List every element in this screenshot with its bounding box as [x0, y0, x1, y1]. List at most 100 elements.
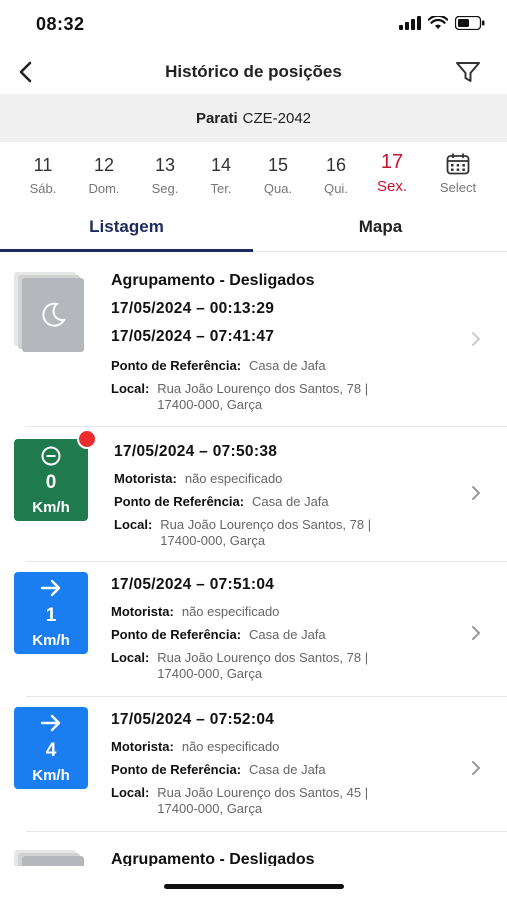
chevron-right-icon: [469, 759, 483, 777]
minus-circle-icon: [41, 446, 61, 466]
day-label: Ter.: [210, 181, 232, 196]
day-item-14[interactable]: 14 Ter.: [191, 146, 251, 196]
ref-value: Casa de Jafa: [249, 358, 326, 373]
ref-value: Casa de Jafa: [249, 627, 326, 642]
local-line-1: Rua João Lourenço dos Santos, 78 |: [157, 650, 369, 665]
ref-label: Ponto de Referência:: [114, 494, 245, 509]
item-info: Agrupamento - Desligados: [111, 851, 447, 866]
day-item-13[interactable]: 13 Seg.: [135, 146, 195, 196]
alert-dot: [77, 429, 97, 449]
item-info: 17/05/2024 – 07:52:04 Motorista: não espe…: [111, 711, 447, 817]
day-label: Dom.: [88, 181, 120, 196]
status-icons: [399, 14, 485, 35]
local-line-2: 17400-000, Garça: [160, 533, 266, 548]
vehicle-name: Parati: [195, 109, 238, 127]
day-selector: 11 Sáb. 12 Dom. 13 Seg. 14 Ter. 15 Qua. 16 Qui…: [0, 146, 507, 204]
item-end-datetime: 17/05/2024 – 07:41:47: [111, 328, 275, 345]
filter-button[interactable]: [453, 58, 483, 86]
item-title: Agrupamento - Desligados: [111, 851, 315, 866]
day-number: 12: [93, 155, 115, 175]
ref-label: Ponto de Referência:: [111, 358, 242, 373]
status-bar: 08:32: [0, 0, 507, 50]
status-time: 08:32: [36, 14, 85, 34]
item-datetime: 17/05/2024 – 07:52:04: [111, 711, 275, 728]
local-line-1: Rua João Lourenço dos Santos, 45 |: [157, 785, 369, 800]
day-number: 16: [325, 155, 347, 175]
list-item-position[interactable]: 4 Km/h 17/05/2024 – 07:52:04 Motorista: n…: [0, 697, 507, 832]
speed-unit: Km/h: [32, 632, 70, 649]
item-info: Agrupamento - Desligados 17/05/2024 – 00…: [111, 272, 447, 413]
home-indicator: [164, 884, 344, 889]
ref-value: Casa de Jafa: [252, 494, 329, 509]
grouped-stack: [14, 850, 84, 866]
local-line-1: Rua João Lourenço dos Santos, 78 |: [157, 381, 369, 396]
tab-bar: Listagem Mapa: [0, 208, 507, 252]
local-label: Local:: [111, 650, 150, 665]
item-info: 17/05/2024 – 07:50:38 Motorista: não espe…: [114, 443, 447, 549]
day-item-12[interactable]: 12 Dom.: [74, 146, 134, 196]
day-number: 17: [380, 151, 404, 173]
local-line-1: Rua João Lourenço dos Santos, 78 |: [160, 517, 372, 532]
day-label: Seg.: [151, 181, 179, 196]
local-label: Local:: [114, 517, 153, 532]
local-label: Local:: [111, 785, 150, 800]
vehicle-plate: CZE-2042: [242, 109, 312, 127]
day-number: 13: [154, 155, 176, 175]
speed-unit: Km/h: [32, 767, 70, 784]
wifi-icon: [427, 14, 449, 35]
chevron-right-icon: [469, 624, 483, 642]
day-item-11[interactable]: 11 Sáb.: [13, 146, 73, 196]
calendar-icon: [446, 153, 470, 175]
local-label: Local:: [111, 381, 150, 396]
speed-badge-stopped: 0 Km/h: [14, 439, 88, 521]
grouped-stack: [14, 272, 84, 352]
local-line-2: 17400-000, Garça: [157, 801, 263, 816]
chevron-right-icon: [469, 484, 483, 502]
list-item-position[interactable]: 1 Km/h 17/05/2024 – 07:51:04 Motorista: n…: [0, 562, 507, 697]
day-number: 14: [210, 155, 232, 175]
item-datetime: 17/05/2024 – 07:50:38: [114, 443, 278, 460]
driver-label: Motorista:: [111, 604, 174, 619]
day-item-17-selected[interactable]: 17 Sex.: [362, 146, 422, 195]
tab-mapa[interactable]: Mapa: [254, 208, 507, 252]
item-start-datetime: 17/05/2024 – 00:13:29: [111, 300, 275, 317]
driver-value: não especificado: [184, 471, 283, 486]
item-title: Agrupamento - Desligados: [111, 272, 315, 289]
tab-listagem[interactable]: Listagem: [0, 208, 253, 252]
day-number: 15: [267, 155, 289, 175]
select-label: Select: [439, 180, 477, 195]
page-title: Histórico de posições: [165, 62, 342, 81]
list-item-group[interactable]: Agrupamento - Desligados: [0, 832, 507, 866]
arrow-right-icon: [40, 714, 61, 732]
item-datetime: 17/05/2024 – 07:51:04: [111, 576, 275, 593]
speed-value: 0: [45, 472, 57, 493]
list-item-group[interactable]: Agrupamento - Desligados 17/05/2024 – 00…: [0, 256, 507, 427]
day-label: Sáb.: [29, 181, 57, 196]
speed-value: 1: [45, 605, 57, 626]
battery-icon: [454, 15, 485, 35]
day-label: Qua.: [263, 181, 293, 196]
day-label: Sex.: [376, 178, 407, 195]
day-item-15[interactable]: 15 Qua.: [248, 146, 308, 196]
speed-badge-moving: 1 Km/h: [14, 572, 88, 654]
day-number: 11: [33, 155, 53, 175]
ref-value: Casa de Jafa: [249, 762, 326, 777]
speed-value: 4: [45, 740, 57, 761]
local-line-2: 17400-000, Garça: [157, 397, 263, 412]
local-line-2: 17400-000, Garça: [157, 666, 263, 681]
day-item-16[interactable]: 16 Qui.: [306, 146, 366, 196]
nav-header: Histórico de posições: [0, 50, 507, 94]
moon-icon: [42, 302, 66, 327]
select-date-button[interactable]: Select: [428, 146, 488, 195]
filter-icon: [456, 62, 480, 82]
ref-label: Ponto de Referência:: [111, 627, 242, 642]
driver-label: Motorista:: [111, 739, 174, 754]
driver-label: Motorista:: [114, 471, 177, 486]
chevron-right-icon: [469, 330, 483, 348]
arrow-right-icon: [40, 579, 61, 597]
ref-label: Ponto de Referência:: [111, 762, 242, 777]
list-item-position[interactable]: 0 Km/h 17/05/2024 – 07:50:38 Motorista: n…: [0, 427, 507, 562]
signal-icon: [399, 16, 421, 35]
vehicle-bar: Parati CZE-2042: [0, 94, 507, 142]
position-list: Agrupamento - Desligados 17/05/2024 – 00…: [0, 256, 507, 866]
